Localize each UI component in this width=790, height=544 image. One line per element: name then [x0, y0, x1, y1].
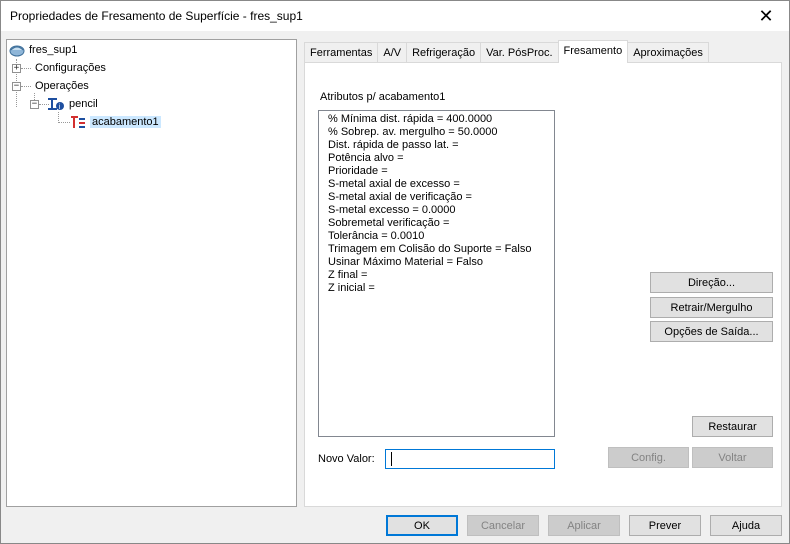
preview-button[interactable]: Prever	[629, 515, 701, 536]
title-bar: Propriedades de Fresamento de Superfície…	[1, 1, 789, 31]
text-caret	[391, 452, 392, 466]
ok-button[interactable]: OK	[386, 515, 458, 536]
attribute-item[interactable]: Potência alvo =	[328, 152, 554, 165]
svg-text:i: i	[59, 103, 61, 111]
tree-node-operacoes[interactable]: − Operações	[12, 78, 89, 94]
operations-tree[interactable]: fres_sup1 + Configurações − Operações − …	[6, 39, 297, 507]
pencil-operation-icon: i	[48, 97, 64, 111]
output-options-button[interactable]: Opções de Saída...	[650, 321, 773, 342]
attribute-item[interactable]: Usinar Máximo Material = Falso	[328, 256, 554, 269]
tree-node-root[interactable]: fres_sup1	[9, 42, 77, 58]
tab-fresamento[interactable]: Fresamento	[557, 40, 629, 63]
close-button[interactable]: ✕	[743, 1, 789, 31]
tab-strip: Ferramentas A/V Refrigeração Var. PósPro…	[304, 40, 709, 63]
collapse-icon[interactable]: −	[30, 99, 39, 109]
retract-plunge-button[interactable]: Retrair/Mergulho	[650, 297, 773, 318]
back-button[interactable]: Voltar	[692, 447, 773, 468]
attributes-list[interactable]: % Mínima dist. rápida = 400.0000 % Sobre…	[318, 110, 555, 437]
attribute-item[interactable]: S-metal excesso = 0.0000	[328, 204, 554, 217]
attribute-item[interactable]: Dist. rápida de passo lat. =	[328, 139, 554, 152]
direction-button[interactable]: Direção...	[650, 272, 773, 293]
tree-node-configuracoes[interactable]: + Configurações	[12, 60, 106, 76]
tab-aproximacoes[interactable]: Aproximações	[627, 42, 709, 63]
tree-label-configuracoes: Configurações	[35, 62, 106, 74]
part-icon	[9, 45, 25, 57]
attribute-item[interactable]: % Sobrep. av. mergulho = 50.0000	[328, 126, 554, 139]
finishing-operation-icon	[71, 115, 85, 128]
tree-node-acabamento1[interactable]: acabamento1	[70, 114, 161, 130]
tab-ferramentas[interactable]: Ferramentas	[304, 42, 379, 63]
window-title: Propriedades de Fresamento de Superfície…	[10, 9, 303, 23]
attribute-item[interactable]: Z inicial =	[328, 282, 554, 295]
attribute-item[interactable]: S-metal axial de verificação =	[328, 191, 554, 204]
tree-node-pencil[interactable]: − i pencil	[30, 96, 98, 112]
help-button[interactable]: Ajuda	[710, 515, 782, 536]
expand-icon[interactable]: +	[12, 63, 21, 73]
apply-button[interactable]: Aplicar	[548, 515, 620, 536]
attribute-item[interactable]: % Mínima dist. rápida = 400.0000	[328, 113, 554, 126]
attribute-item[interactable]: Z final =	[328, 269, 554, 282]
cancel-button[interactable]: Cancelar	[467, 515, 539, 536]
attribute-item[interactable]: Tolerância = 0.0010	[328, 230, 554, 243]
close-icon: ✕	[758, 5, 774, 26]
tree-label-pencil: pencil	[69, 98, 98, 110]
config-button[interactable]: Config.	[608, 447, 689, 468]
attribute-item[interactable]: Sobremetal verificação =	[328, 217, 554, 230]
collapse-icon[interactable]: −	[12, 81, 21, 91]
attribute-item[interactable]: S-metal axial de excesso =	[328, 178, 554, 191]
attributes-header: Atributos p/ acabamento1	[320, 91, 446, 103]
tree-label-operacoes: Operações	[35, 80, 89, 92]
restore-button[interactable]: Restaurar	[692, 416, 773, 437]
new-value-label: Novo Valor:	[318, 453, 375, 465]
tab-refrigeracao[interactable]: Refrigeração	[406, 42, 482, 63]
attribute-item[interactable]: Prioridade =	[328, 165, 554, 178]
dialog-window: Propriedades de Fresamento de Superfície…	[0, 0, 790, 544]
attribute-item[interactable]: Trimagem em Colisão do Suporte = Falso	[328, 243, 554, 256]
tab-av[interactable]: A/V	[377, 42, 408, 63]
tab-var-posproc[interactable]: Var. PósProc.	[480, 42, 559, 63]
new-value-input[interactable]	[385, 449, 555, 469]
tree-label-acabamento1: acabamento1	[90, 116, 161, 128]
tree-root-label: fres_sup1	[29, 44, 78, 56]
